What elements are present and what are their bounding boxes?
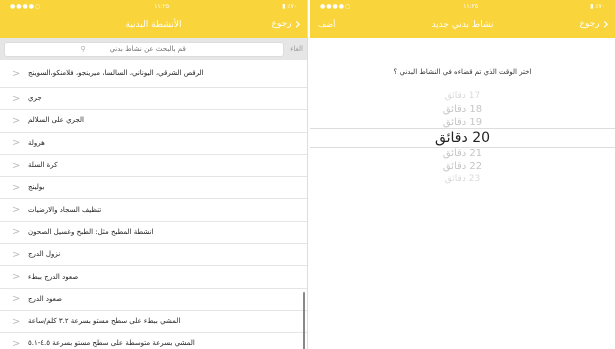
status-bar: ●●●●○ ١١:٢٥ ▮ ٪٧٠ xyxy=(0,0,307,12)
list-item-label: المشي ببطء على سطح مستو بسرعة ٣.٢ كلم/سا… xyxy=(28,317,181,326)
picker-option[interactable]: 22 دقائق xyxy=(310,160,615,173)
page-title: نشاط بدني جديد xyxy=(431,20,494,30)
activity-list: الرقص الشرقي، اليوناني، السالسا، ميرينجو… xyxy=(0,60,307,349)
signal-icon: ●●●●○ xyxy=(320,2,352,10)
chevron-right-icon: > xyxy=(12,115,21,127)
cancel-button[interactable]: الغاء xyxy=(290,45,303,53)
page-title: الأنشطة البدنية xyxy=(125,20,182,30)
back-button[interactable]: ‹ رجوع xyxy=(579,14,609,33)
chevron-right-icon: > xyxy=(12,226,21,238)
picker-option[interactable]: 17 دقائق xyxy=(310,90,615,103)
status-time: ١١:٢٥ xyxy=(154,2,170,10)
list-item-label: هرولة xyxy=(28,138,45,147)
activities-screen: ●●●●○ ١١:٢٥ ▮ ٪٧٠ الأنشطة البدنية ‹ رجوع… xyxy=(0,0,308,349)
list-item[interactable]: صعود الدرج ببطء > xyxy=(0,266,307,289)
list-item[interactable]: تنظيف السجاد والارضيات > xyxy=(0,199,307,222)
list-item[interactable]: كرة السلة > xyxy=(0,155,307,178)
list-item-label: جري xyxy=(28,94,42,103)
status-bar: ●●●●○ ١١:٢٥ ▮ ٪٧٠ xyxy=(310,0,615,12)
picker-option[interactable]: 21 دقائق xyxy=(310,147,615,160)
list-item[interactable]: انشطة المطبخ مثل: الطبخ وغسيل الصحون > xyxy=(0,222,307,245)
battery-icon: ▮ ٪٧٠ xyxy=(282,2,297,10)
chevron-right-icon: > xyxy=(12,249,21,261)
list-item-label: نزول الدرج xyxy=(28,250,61,259)
nav-bar: أضف نشاط بدني جديد ‹ رجوع xyxy=(310,12,615,38)
picker-selected-option[interactable]: 20 دقائق xyxy=(310,129,615,147)
chevron-right-icon: > xyxy=(12,68,21,79)
list-item-label: المشي بسرعة متوسطة على سطح مستو بسرعة ٤.… xyxy=(28,339,195,348)
signal-icon: ●●●●○ xyxy=(10,2,42,10)
list-item-label: كرة السلة xyxy=(28,161,58,170)
list-item[interactable]: الرقص الشرقي، اليوناني، السالسا، ميرينجو… xyxy=(0,60,307,88)
search-bar: ⚲ الغاء xyxy=(0,38,307,60)
search-field[interactable]: ⚲ xyxy=(4,41,285,57)
chevron-right-icon: > xyxy=(12,316,21,328)
back-label: رجوع xyxy=(579,19,600,29)
list-item[interactable]: هرولة > xyxy=(0,133,307,155)
nav-bar: الأنشطة البدنية ‹ رجوع xyxy=(0,12,307,38)
list-item[interactable]: بولينج > xyxy=(0,177,307,200)
chevron-right-icon: > xyxy=(12,204,21,216)
battery-icon: ▮ ٪٧٠ xyxy=(590,2,605,10)
new-activity-screen: ●●●●○ ١١:٢٥ ▮ ٪٧٠ أضف نشاط بدني جديد ‹ ر… xyxy=(310,0,615,349)
chevron-right-icon: > xyxy=(12,293,21,305)
status-time: ١١:٢٥ xyxy=(463,2,479,10)
list-item-label: الجري على السلالم xyxy=(28,116,85,125)
duration-picker[interactable]: 17 دقائق 18 دقائق 19 دقائق 20 دقائق 21 د… xyxy=(310,90,615,186)
chevron-left-icon: ‹ xyxy=(602,14,609,33)
chevron-right-icon: > xyxy=(12,271,21,283)
scrollbar[interactable] xyxy=(303,292,305,349)
search-icon: ⚲ xyxy=(80,45,86,53)
picker-divider xyxy=(310,128,615,129)
list-item-label: صعود الدرج ببطء xyxy=(28,272,79,281)
chevron-right-icon: > xyxy=(12,182,21,194)
chevron-right-icon: > xyxy=(12,93,21,105)
list-item[interactable]: نزول الدرج > xyxy=(0,244,307,267)
back-button[interactable]: ‹ رجوع xyxy=(271,14,301,33)
picker-option[interactable]: 23 دقائق xyxy=(310,173,615,186)
list-item-label: تنظيف السجاد والارضيات xyxy=(28,205,102,214)
list-item[interactable]: المشي بسرعة متوسطة على سطح مستو بسرعة ٤.… xyxy=(0,333,307,349)
list-item[interactable]: الجري على السلالم > xyxy=(0,110,307,133)
list-item-label: صعود الدرج xyxy=(28,294,62,303)
chevron-left-icon: ‹ xyxy=(294,14,301,33)
list-item-label: انشطة المطبخ مثل: الطبخ وغسيل الصحون xyxy=(28,227,154,236)
duration-question: اختر الوقت الذي تم قضاءه في النشاط البدن… xyxy=(393,68,532,76)
picker-option[interactable]: 18 دقائق xyxy=(310,103,615,116)
back-label: رجوع xyxy=(271,19,292,29)
list-item-label: بولينج xyxy=(28,183,45,192)
list-item-label: الرقص الشرقي، اليوناني، السالسا، ميرينجو… xyxy=(28,69,204,77)
search-input[interactable] xyxy=(87,45,208,53)
list-item[interactable]: المشي ببطء على سطح مستو بسرعة ٣.٢ كلم/سا… xyxy=(0,311,307,334)
chevron-right-icon: > xyxy=(12,137,21,149)
chevron-right-icon: > xyxy=(12,338,21,349)
chevron-right-icon: > xyxy=(12,160,21,172)
list-item[interactable]: جري > xyxy=(0,88,307,111)
list-item[interactable]: صعود الدرج > xyxy=(0,289,307,311)
